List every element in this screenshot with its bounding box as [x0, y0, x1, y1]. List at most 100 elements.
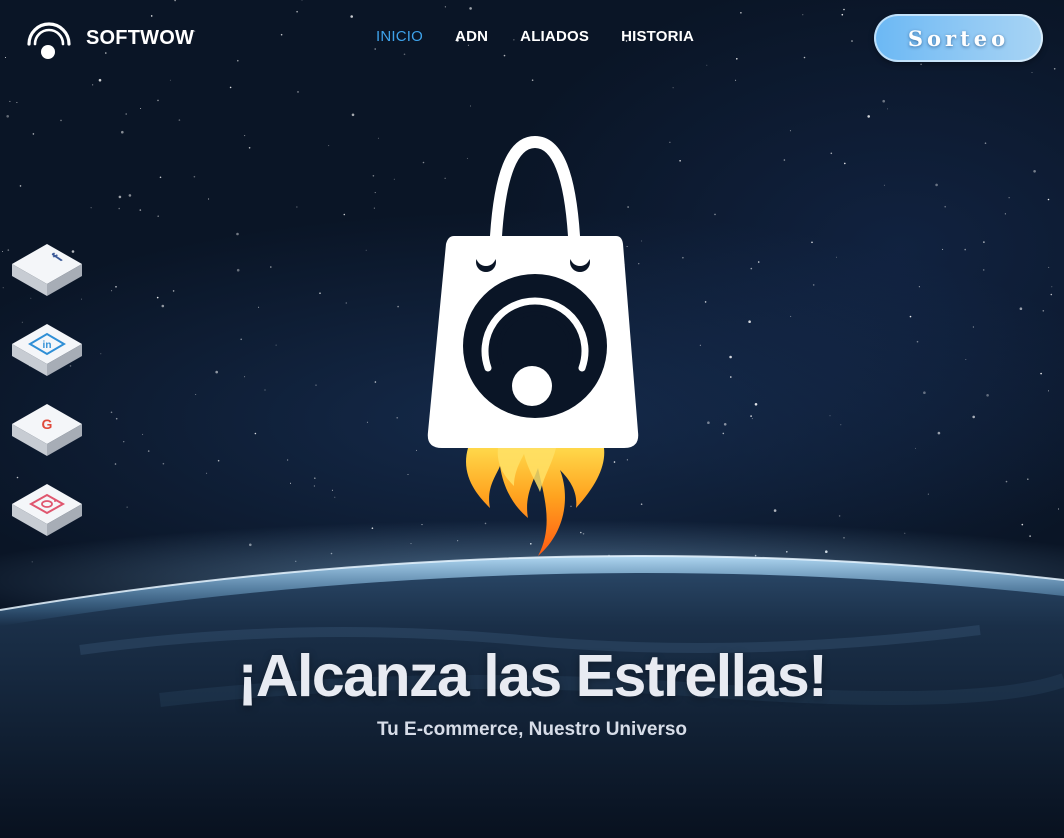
- star: [296, 206, 298, 208]
- star: [343, 213, 346, 216]
- star: [786, 551, 788, 553]
- star: [983, 241, 985, 243]
- hero-subtitle: Tu E-commerce, Nuestro Universo: [376, 719, 688, 740]
- star: [672, 87, 674, 89]
- star: [111, 290, 113, 292]
- star: [882, 99, 885, 103]
- star: [531, 79, 534, 81]
- star: [753, 576, 756, 578]
- star: [972, 415, 975, 419]
- nav-item-historia[interactable]: HISTORIA: [621, 28, 694, 45]
- star: [454, 570, 455, 572]
- star: [140, 108, 142, 109]
- star: [1008, 197, 1010, 199]
- linkedin-link[interactable]: in: [10, 320, 84, 380]
- star: [162, 462, 165, 465]
- star: [229, 86, 232, 89]
- star: [904, 532, 906, 534]
- star: [319, 292, 321, 295]
- star: [295, 560, 297, 562]
- star: [699, 344, 701, 346]
- star: [730, 376, 732, 378]
- star: [937, 431, 941, 435]
- star: [1019, 307, 1023, 311]
- google-link[interactable]: G: [10, 400, 84, 460]
- star: [373, 207, 375, 209]
- star: [915, 447, 916, 449]
- star: [838, 515, 841, 517]
- star: [90, 207, 92, 209]
- brand[interactable]: SOFTWOW: [24, 14, 194, 62]
- star: [722, 432, 725, 435]
- star: [790, 315, 792, 317]
- star: [714, 213, 716, 216]
- star: [220, 586, 222, 588]
- star: [916, 340, 919, 343]
- main-nav: INICIO ADN ALIADOS HISTORIA: [376, 28, 726, 45]
- star: [830, 152, 833, 155]
- star: [264, 389, 266, 391]
- star: [1004, 213, 1006, 215]
- facebook-link[interactable]: f: [10, 240, 84, 300]
- nav-item-inicio[interactable]: INICIO: [376, 28, 423, 45]
- star: [782, 585, 784, 587]
- star: [142, 433, 144, 435]
- star: [9, 100, 11, 102]
- star: [735, 79, 737, 81]
- star: [964, 248, 966, 251]
- star: [836, 256, 837, 258]
- sorteo-button[interactable]: Sorteo: [874, 14, 1043, 62]
- star: [331, 489, 333, 491]
- star: [773, 509, 777, 512]
- star: [1005, 480, 1008, 483]
- star: [157, 215, 159, 217]
- star: [416, 449, 417, 451]
- star: [871, 591, 873, 593]
- star: [244, 376, 246, 378]
- star: [496, 593, 498, 596]
- star: [287, 459, 289, 461]
- star: [366, 421, 368, 423]
- star: [328, 145, 330, 147]
- star: [757, 261, 760, 263]
- star: [206, 472, 208, 474]
- star: [982, 269, 985, 271]
- star: [783, 159, 786, 161]
- star: [2, 251, 3, 252]
- star: [139, 209, 142, 211]
- star: [248, 147, 251, 149]
- star: [208, 198, 210, 200]
- star: [1042, 310, 1045, 312]
- star: [540, 591, 544, 595]
- star: [236, 268, 240, 272]
- star: [126, 506, 128, 508]
- svg-text:G: G: [42, 416, 53, 432]
- star: [1048, 390, 1049, 392]
- star: [1021, 523, 1024, 526]
- nav-item-adn[interactable]: ADN: [455, 28, 488, 45]
- star: [169, 79, 171, 81]
- star: [2, 287, 4, 289]
- star: [114, 463, 117, 465]
- star: [499, 565, 501, 567]
- star: [118, 195, 122, 199]
- star: [883, 184, 885, 186]
- star: [123, 441, 125, 443]
- star: [812, 284, 815, 286]
- instagram-link[interactable]: [10, 480, 84, 540]
- star: [754, 403, 758, 406]
- star: [972, 326, 974, 328]
- star: [887, 108, 888, 110]
- top-navigation-bar: SOFTWOW INICIO ADN ALIADOS HISTORIA Sort…: [0, 0, 1064, 76]
- star: [345, 302, 347, 304]
- star: [942, 248, 944, 250]
- star: [396, 417, 399, 419]
- star: [750, 267, 753, 270]
- star: [258, 306, 260, 308]
- star: [867, 115, 870, 118]
- nav-item-aliados[interactable]: ALIADOS: [520, 28, 589, 45]
- star: [986, 394, 989, 397]
- softwow-logo-icon: [27, 22, 71, 59]
- star: [825, 550, 828, 553]
- star: [393, 178, 395, 180]
